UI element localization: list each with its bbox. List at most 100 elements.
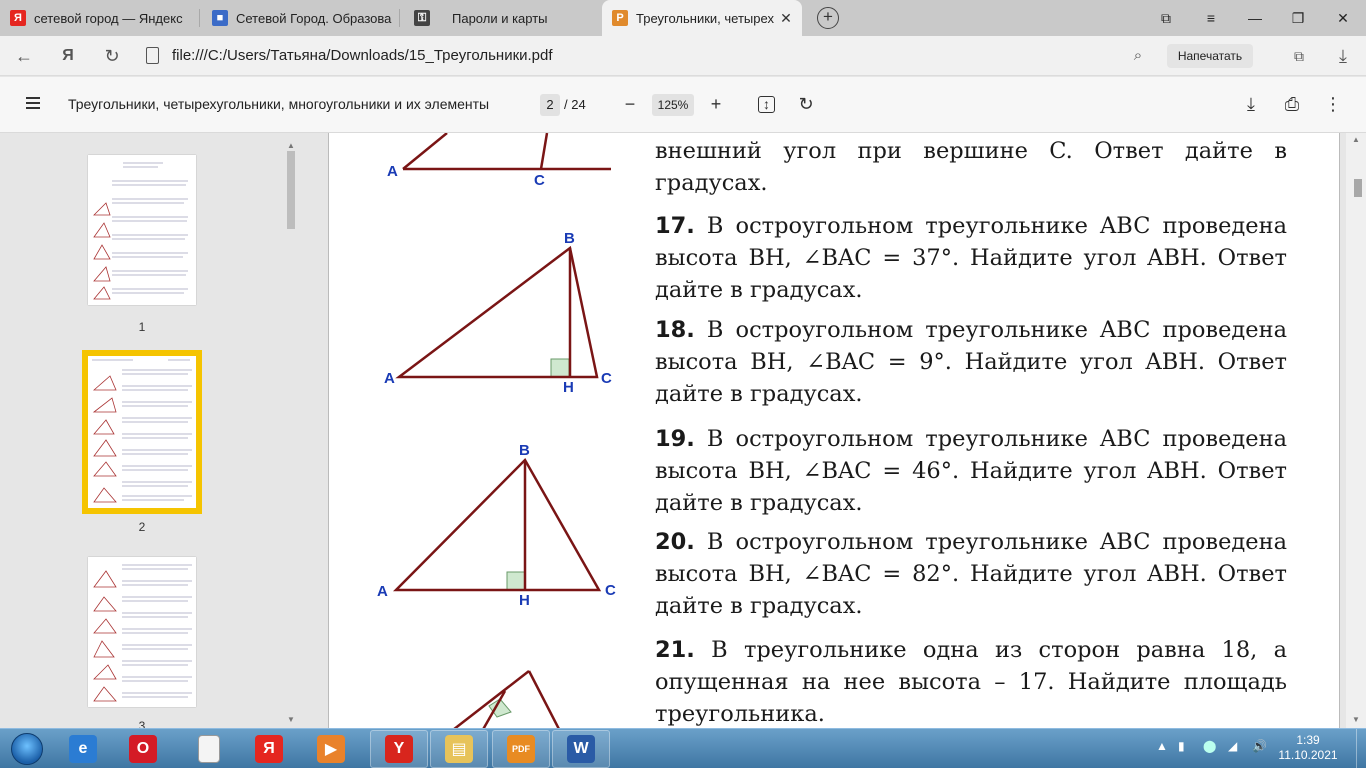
fig3-label-h: H (519, 592, 530, 609)
battery-icon[interactable]: ▮ (1178, 739, 1185, 753)
problem-text: В треугольнике одна из сторон равна 18, … (655, 637, 1287, 727)
yandex-browser-icon: Я (255, 735, 283, 763)
figure-2 (395, 245, 599, 379)
thumbnail-label-3: 3 (138, 719, 146, 728)
tray-expand-icon[interactable]: ▲ (1156, 739, 1168, 753)
problem-text: В остроугольном треугольнике ABC проведе… (655, 529, 1287, 619)
download-icon[interactable]: ⤓ (1240, 93, 1262, 115)
taskbar-app-internet-explorer[interactable]: e (54, 730, 112, 768)
system-clock[interactable]: 1:39 11.10.2021 (1276, 733, 1340, 763)
show-desktop-button[interactable] (1356, 729, 1366, 768)
thumbnail-preview-2 (92, 359, 192, 503)
reload-icon[interactable]: ↻ (100, 44, 124, 68)
fit-page-icon[interactable]: ↕ (758, 96, 775, 113)
problem-number: 18. (655, 317, 695, 343)
bookmark-icon[interactable]: ⧉ (1155, 7, 1177, 29)
problem-20: 20. В остроугольном треугольнике ABC про… (655, 526, 1287, 622)
taskbar-app-media-player[interactable]: ▶ (302, 730, 360, 768)
problem-18: 18. В остроугольном треугольнике ABC про… (655, 314, 1287, 410)
sidebar-scrollbar[interactable]: ▲ ▼ (285, 141, 297, 724)
fig3-label-c: C (605, 582, 616, 599)
new-tab-button[interactable]: + (817, 7, 839, 29)
taskbar-app-opera[interactable]: O (114, 730, 172, 768)
yandex-logo-icon[interactable]: Я (56, 44, 80, 68)
address-bar: ← Я ↻ file:///C:/Users/Татьяна/Downloads… (0, 36, 1366, 76)
thumbnail-preview-1 (93, 162, 188, 300)
internet-explorer-icon: e (69, 735, 97, 763)
search-on-page-icon[interactable]: ⌕ (1126, 44, 1150, 68)
fig3-triangle (392, 457, 602, 592)
problem-text: В остроугольном треугольнике ABC проведе… (655, 213, 1287, 303)
more-options-icon[interactable]: ⋮ (1322, 93, 1344, 115)
tab-yandex-search[interactable]: Я сетевой город — Яндекс (0, 0, 200, 36)
url-field[interactable]: file:///C:/Users/Татьяна/Downloads/15_Тр… (138, 42, 1158, 70)
fig2-label-c: C (601, 370, 612, 387)
zoom-out-icon[interactable]: − (619, 93, 641, 115)
tab-school-network[interactable]: ■ Сетевой Город. Образова (202, 0, 400, 36)
page-thumbnail-1[interactable] (88, 155, 196, 305)
fig4-side-right (527, 670, 560, 728)
page-thumbnail-2[interactable] (82, 350, 202, 514)
problem-19: 19. В остроугольном треугольнике ABC про… (655, 423, 1287, 519)
tab-passwords[interactable]: ⚿ Пароли и карты (404, 0, 598, 36)
collections-icon[interactable]: ⧉ (1287, 44, 1311, 68)
scroll-thumb[interactable] (1354, 179, 1362, 197)
url-text[interactable]: file:///C:/Users/Татьяна/Downloads/15_Тр… (172, 47, 553, 64)
taskbar-app-pdf-app[interactable]: PDF (492, 730, 550, 768)
document-viewport: A C B A C H B A C H внешний угол при вер… (300, 133, 1366, 728)
problem-number: 19. (655, 426, 695, 452)
zoom-in-icon[interactable]: + (705, 93, 727, 115)
close-window-icon[interactable]: ✕ (1332, 7, 1354, 29)
print-button[interactable]: Напечатать (1167, 44, 1253, 68)
minimize-icon[interactable]: — (1244, 7, 1266, 29)
fig2-right-angle-mark (550, 358, 570, 378)
pdf-page: A C B A C H B A C H внешний угол при вер… (328, 133, 1340, 728)
figure-3 (392, 457, 602, 592)
restore-icon[interactable]: ❐ (1287, 7, 1309, 29)
yandex-y-icon: Y (385, 735, 413, 763)
taskbar-app-file-explorer[interactable]: ▤ (430, 730, 488, 768)
key-favicon-icon: ⚿ (414, 10, 430, 26)
pdf-app-icon: PDF (507, 735, 535, 763)
network-status-icon[interactable]: ⬤ (1203, 739, 1216, 753)
taskbar-app-yandex-browser[interactable]: Я (240, 730, 298, 768)
wifi-icon[interactable]: ◢ (1228, 739, 1237, 753)
taskbar-app-blank-document[interactable] (180, 730, 238, 768)
windows-taskbar: e O Я ▶ Y ▤ PDF W ▲ ▮ ⬤ ◢ 🔊 1:39 11.10.2021 (0, 728, 1366, 768)
menu-icon[interactable]: ≡ (1200, 7, 1222, 29)
word-icon: W (567, 735, 595, 763)
fig1-label-a: A (387, 163, 398, 180)
start-button[interactable] (4, 730, 50, 768)
thumbnail-sidebar: 1 2 3 ▲ ▼ (0, 133, 300, 728)
print-icon[interactable]: ⎙ (1281, 93, 1303, 115)
tab-pdf-triangles[interactable]: P Треугольники, четырех ✕ (602, 0, 802, 36)
taskbar-app-word[interactable]: W (552, 730, 610, 768)
taskbar-app-yandex-y[interactable]: Y (370, 730, 428, 768)
back-icon[interactable]: ← (12, 44, 36, 68)
sidebar-toggle-icon[interactable] (26, 97, 40, 109)
tab-label: Пароли и карты (452, 10, 548, 26)
zoom-level[interactable]: 125% (652, 94, 694, 116)
problem-number: 20. (655, 529, 695, 555)
document-scrollbar[interactable]: ▲ ▼ (1346, 133, 1366, 728)
figures-canvas: A C B A C H B A C H (377, 133, 616, 728)
fig1-label-c: C (534, 172, 545, 189)
volume-icon[interactable]: 🔊 (1252, 739, 1267, 753)
media-player-icon: ▶ (317, 735, 345, 763)
problem-text: В остроугольном треугольнике ABC проведе… (655, 317, 1287, 407)
fig2-label-a: A (384, 370, 395, 387)
tab-strip: Я сетевой город — Яндекс ■ Сетевой Город… (0, 0, 1366, 36)
thumbnail-preview-3 (93, 564, 192, 702)
figure-1 (402, 133, 611, 171)
close-tab-icon[interactable]: ✕ (778, 10, 794, 26)
problem-text: внешний угол при вершине C. Ответ дайте … (655, 138, 1287, 196)
page-thumbnail-3[interactable] (88, 557, 196, 707)
page-number-input[interactable]: 2 (540, 94, 560, 116)
school-favicon-icon: ■ (212, 10, 228, 26)
downloads-icon[interactable]: ⤓ (1331, 44, 1355, 68)
rotate-icon[interactable]: ↻ (795, 93, 817, 115)
tab-label: Треугольники, четырех (636, 10, 774, 26)
file-icon (146, 47, 159, 64)
yandex-favicon-icon: Я (10, 10, 26, 26)
fig2-label-h: H (563, 379, 574, 396)
